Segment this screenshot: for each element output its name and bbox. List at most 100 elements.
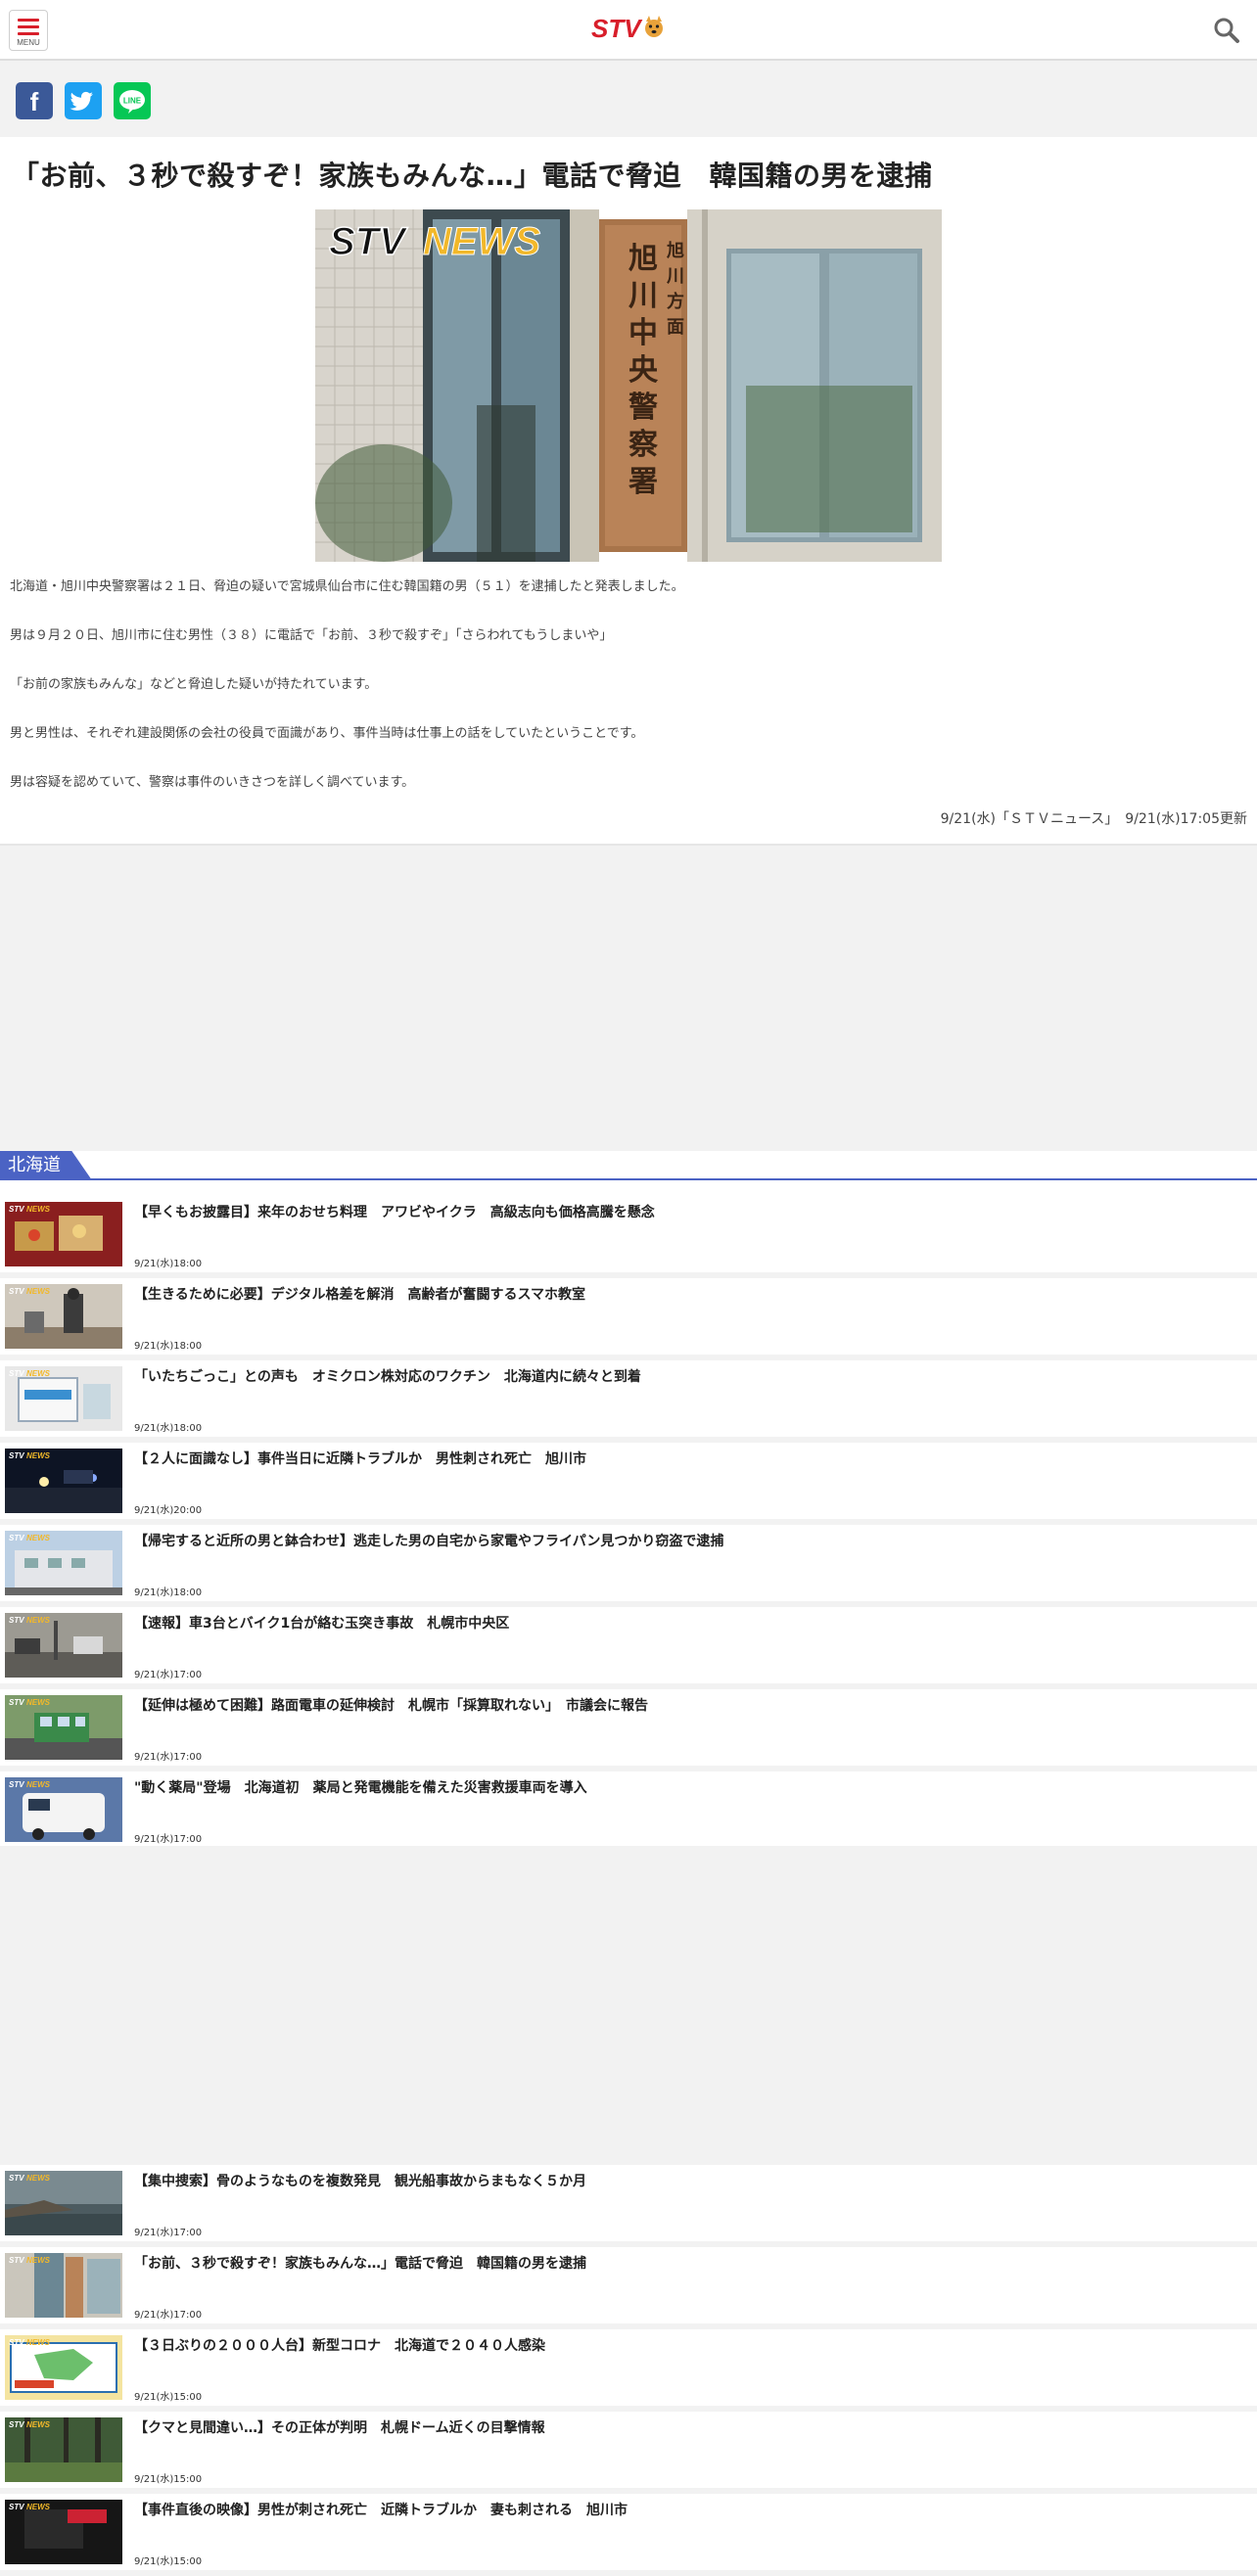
news-title[interactable]: 【事件直後の映像】男性が刺され死亡 近隣トラブルか 妻も刺される 旭川市: [134, 2500, 1240, 2519]
news-title[interactable]: 【早くもお披露目】来年のおせち料理 アワビやイクラ 高級志向も価格高騰を懸念: [134, 1202, 1240, 1221]
news-title[interactable]: "動く薬局"登場 北海道初 薬局と発電機能を備えた災害救援車両を導入: [134, 1777, 1240, 1797]
news-thumbnail[interactable]: STV NEWS: [5, 2171, 122, 2235]
svg-text:STV: STV: [9, 1451, 24, 1460]
news-thumbnail[interactable]: STV NEWS: [5, 1366, 122, 1431]
svg-text:STV: STV: [9, 1780, 24, 1789]
svg-text:STV: STV: [9, 2420, 24, 2429]
news-thumbnail[interactable]: STV NEWS: [5, 1449, 122, 1513]
news-title[interactable]: 【２人に面識なし】事件当日に近隣トラブルか 男性刺され死亡 旭川市: [134, 1449, 1240, 1468]
line-share-button[interactable]: LINE: [114, 82, 151, 119]
section-tab-hokkaido[interactable]: 北海道: [0, 1151, 92, 1180]
hamburger-icon: [18, 19, 39, 22]
facebook-share-button[interactable]: f: [16, 82, 53, 119]
svg-text:川: 川: [666, 266, 684, 287]
news-list-item[interactable]: STV NEWS 【２人に面識なし】事件当日に近隣トラブルか 男性刺され死亡 旭川市…: [0, 1443, 1257, 1519]
svg-text:方: 方: [667, 291, 684, 312]
news-list: STV NEWS 【集中捜索】骨のようなものを複数発見 観光船事故からまもなく５か月…: [0, 2165, 1257, 2576]
article-paragraph-5: 男は容疑を認めていて、警察は事件のいきさつを詳しく調べています。: [10, 775, 415, 790]
svg-text:NEWS: NEWS: [26, 2503, 51, 2511]
news-thumbnail[interactable]: STV NEWS: [5, 2253, 122, 2318]
news-date: 9/21(水)15:00: [134, 2392, 203, 2403]
news-thumbnail[interactable]: STV NEWS: [5, 2335, 122, 2400]
article-paragraph-3: 「お前の家族もみんな」などと脅迫した疑いが持たれています。: [10, 677, 378, 692]
news-title[interactable]: 「いたちごっこ」との声も オミクロン株対応のワクチン 北海道内に続々と到着: [134, 1366, 1240, 1386]
news-list-item[interactable]: STV NEWS 【クマと見間違い…】その正体が判明 札幌ドーム近くの目撃情報 9/2…: [0, 2412, 1257, 2488]
news-date: 9/21(水)20:00: [134, 1505, 203, 1516]
news-title[interactable]: 【帰宅すると近所の男と鉢合わせ】逃走した男の自宅から家電やフライパン見つかり窃盗…: [134, 1531, 1240, 1550]
svg-text:STV: STV: [9, 1205, 24, 1214]
news-list: STV NEWS 【早くもお披露目】来年のおせち料理 アワビやイクラ 高級志向も価格…: [0, 1196, 1257, 1854]
menu-label: MENU: [17, 38, 40, 47]
news-list-item[interactable]: STV NEWS 【生きるために必要】デジタル格差を解消 高齢者が奮闘するスマホ教室…: [0, 1278, 1257, 1355]
svg-text:STV: STV: [9, 2503, 24, 2511]
menu-button[interactable]: MENU: [9, 10, 48, 51]
news-date: 9/21(水)18:00: [134, 1423, 203, 1434]
svg-text:NEWS: NEWS: [26, 1287, 51, 1296]
article-paragraph-2: 男は９月２０日、旭川市に住む男性（３８）に電話で「お前、３秒で殺すぞ」「さらわれ…: [10, 628, 613, 643]
news-list-item[interactable]: STV NEWS "動く薬局"登場 北海道初 薬局と発電機能を備えた災害救援車両を導…: [0, 1771, 1257, 1848]
news-list-item[interactable]: STV NEWS 【早くもお披露目】来年のおせち料理 アワビやイクラ 高級志向も価格…: [0, 1196, 1257, 1272]
svg-text:NEWS: NEWS: [26, 1780, 51, 1789]
site-header: MENU STV: [0, 0, 1257, 61]
news-date: 9/21(水)18:00: [134, 1587, 203, 1598]
svg-text:STV: STV: [9, 1287, 24, 1296]
news-date: 9/21(水)17:00: [134, 1834, 203, 1845]
news-thumbnail[interactable]: STV NEWS: [5, 1777, 122, 1842]
news-list-item[interactable]: STV NEWS 【集中捜索】骨のようなものを複数発見 観光船事故からまもなく５か月…: [0, 2165, 1257, 2241]
news-thumbnail[interactable]: STV NEWS: [5, 2417, 122, 2482]
news-thumbnail[interactable]: STV NEWS: [5, 1695, 122, 1760]
news-date: 9/21(水)18:00: [134, 1259, 203, 1269]
svg-text:STV: STV: [329, 220, 408, 263]
svg-text:NEWS: NEWS: [26, 2174, 51, 2183]
ad-space: [0, 846, 1257, 1151]
news-title[interactable]: 「お前、３秒で殺すぞ！家族もみんな…」電話で脅迫 韓国籍の男を逮捕: [134, 2253, 1240, 2273]
news-date: 9/21(水)17:00: [134, 2310, 203, 2321]
svg-text:旭: 旭: [628, 242, 658, 276]
news-title[interactable]: 【集中捜索】骨のようなものを複数発見 観光船事故からまもなく５か月: [134, 2171, 1240, 2190]
svg-text:署: 署: [628, 465, 658, 499]
news-list-item[interactable]: STV NEWS 【事件直後の映像】男性が刺され死亡 近隣トラブルか 妻も刺される …: [0, 2494, 1257, 2570]
news-list-item[interactable]: STV NEWS 【帰宅すると近所の男と鉢合わせ】逃走した男の自宅から家電やフライパ…: [0, 1525, 1257, 1601]
news-thumbnail[interactable]: STV NEWS: [5, 1613, 122, 1678]
news-list-item[interactable]: STV NEWS 【速報】車3台とバイク1台が絡む玉突き事故 札幌市中央区 9/21(…: [0, 1607, 1257, 1683]
news-list-item[interactable]: STV NEWS 「いたちごっこ」との声も オミクロン株対応のワクチン 北海道内に続…: [0, 1360, 1257, 1437]
news-title[interactable]: 【生きるために必要】デジタル格差を解消 高齢者が奮闘するスマホ教室: [134, 1284, 1240, 1304]
news-title[interactable]: 【延伸は極めて困難】路面電車の延伸検討 札幌市「採算取れない」 市議会に報告: [134, 1695, 1240, 1715]
line-icon: LINE: [119, 90, 145, 114]
svg-text:NEWS: NEWS: [26, 1205, 51, 1214]
svg-text:警: 警: [628, 391, 658, 425]
ad-space: [0, 1846, 1257, 2165]
svg-text:STV: STV: [9, 2174, 24, 2183]
news-title[interactable]: 【クマと見間違い…】その正体が判明 札幌ドーム近くの目撃情報: [134, 2417, 1240, 2437]
news-thumbnail[interactable]: STV NEWS: [5, 1284, 122, 1349]
news-thumbnail[interactable]: STV NEWS: [5, 1531, 122, 1595]
svg-text:面: 面: [667, 317, 684, 338]
article-headline: 「お前、３秒で殺すぞ！家族もみんな…」電話で脅迫 韓国籍の男を逮捕: [12, 160, 933, 192]
svg-text:NEWS: NEWS: [26, 1698, 51, 1707]
twitter-share-button[interactable]: [65, 82, 102, 119]
news-thumbnail[interactable]: STV NEWS: [5, 2500, 122, 2564]
news-title[interactable]: 【速報】車3台とバイク1台が絡む玉突き事故 札幌市中央区: [134, 1613, 1240, 1633]
stv-logo[interactable]: STV: [589, 10, 668, 45]
news-title[interactable]: 【３日ぶりの２０００人台】新型コロナ 北海道で２０４０人感染: [134, 2335, 1240, 2355]
news-date: 9/21(水)17:00: [134, 1670, 203, 1680]
svg-text:NEWS: NEWS: [26, 1369, 51, 1378]
svg-text:央: 央: [628, 353, 659, 388]
svg-text:STV: STV: [9, 1534, 24, 1542]
news-date: 9/21(水)15:00: [134, 2556, 203, 2567]
news-thumbnail[interactable]: STV NEWS: [5, 1202, 122, 1266]
search-icon[interactable]: [1212, 16, 1241, 45]
svg-text:NEWS: NEWS: [26, 1616, 51, 1625]
news-list-item[interactable]: STV NEWS 【３日ぶりの２０００人台】新型コロナ 北海道で２０４０人感染 9/2…: [0, 2329, 1257, 2406]
svg-text:STV: STV: [9, 2338, 24, 2347]
svg-text:LINE: LINE: [123, 97, 142, 106]
svg-text:STV: STV: [9, 1616, 24, 1625]
svg-text:NEWS: NEWS: [423, 220, 540, 263]
svg-text:NEWS: NEWS: [26, 1451, 51, 1460]
news-list-item[interactable]: STV NEWS 「お前、３秒で殺すぞ！家族もみんな…」電話で脅迫 韓国籍の男を逮捕…: [0, 2247, 1257, 2323]
svg-text:STV: STV: [9, 1369, 24, 1378]
svg-text:NEWS: NEWS: [26, 2256, 51, 2265]
news-list-item[interactable]: STV NEWS 【延伸は極めて困難】路面電車の延伸検討 札幌市「採算取れない」 市…: [0, 1689, 1257, 1766]
svg-text:STV: STV: [9, 2256, 24, 2265]
facebook-icon: f: [29, 87, 39, 116]
